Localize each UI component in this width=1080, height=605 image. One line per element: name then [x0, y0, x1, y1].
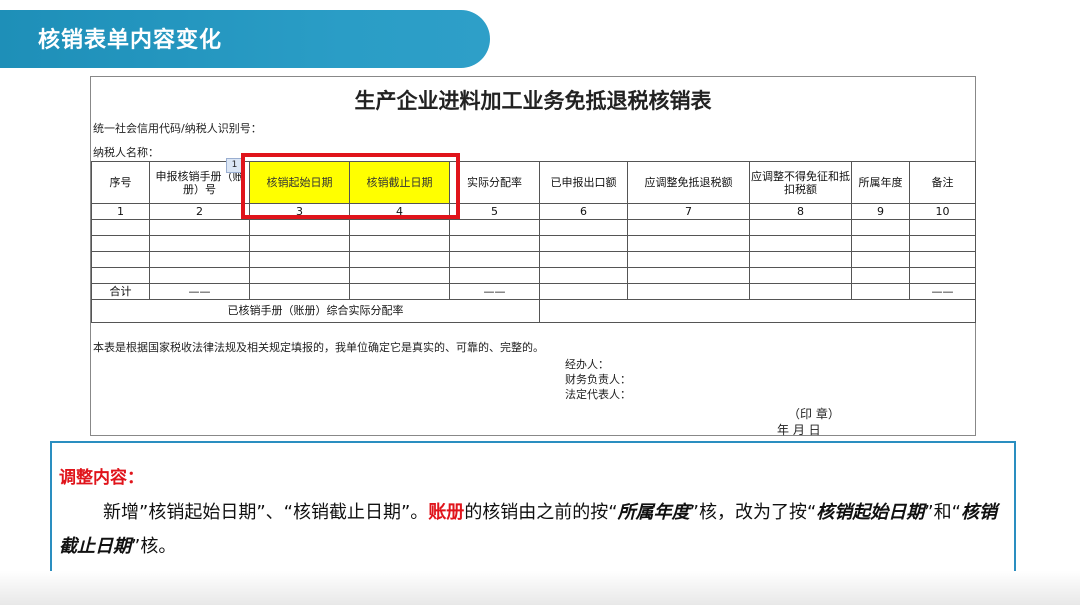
col-export-amount: 已申报出口额 [539, 161, 628, 204]
dash-cell: —— [909, 283, 976, 300]
note-emphasis: 所属年度 [617, 502, 690, 523]
col-allocation-rate: 实际分配率 [449, 161, 540, 204]
page-title: 核销表单内容变化 [38, 28, 223, 53]
dash-cell: —— [449, 283, 540, 300]
signature-handler: 经办人： [565, 358, 609, 371]
note-text: 的核销由之前的按“ [464, 502, 618, 523]
signature-finance: 财务负责人： [565, 373, 631, 386]
footer-shade [0, 571, 1080, 605]
taxpayer-name-label: 纳税人名称： [93, 146, 159, 159]
total-label: 合计 [91, 283, 150, 300]
declaration-text: 本表是根据国家税收法律法规及相关规定填报的，我单位确定它是真实的、可靠的、完整的… [93, 341, 544, 354]
signature-legal-rep: 法定代表人： [565, 388, 631, 401]
verification-table: 序号 申报核销手册（账册）号 核销起始日期 核销截止日期 实际分配率 已申报出口… [91, 161, 976, 323]
note-text: ”核。 [131, 536, 177, 557]
note-emphasis: 核销起始日期 [816, 502, 925, 523]
note-text: 新增”核销起始日期”、“核销截止日期”。 [103, 502, 429, 523]
table-header-row: 序号 申报核销手册（账册）号 核销起始日期 核销截止日期 实际分配率 已申报出口… [91, 161, 976, 204]
note-text: ”和“ [924, 502, 961, 523]
table-row [91, 251, 976, 268]
table-row [91, 235, 976, 252]
col-adjust-refund: 应调整免抵退税额 [627, 161, 750, 204]
note-body: 新增”核销起始日期”、“核销截止日期”。账册的核销由之前的按“所属年度”核，改为… [59, 496, 1009, 564]
seal-label: （印 章） [788, 407, 840, 421]
rate-row: 已核销手册（账册）综合实际分配率 [91, 299, 976, 323]
form-title: 生产企业进料加工业务免抵退税核销表 [354, 89, 712, 113]
col-number: 7 [627, 203, 750, 220]
col-number: 1 [91, 203, 150, 220]
col-number: 8 [749, 203, 852, 220]
note-heading: 调整内容： [59, 468, 144, 488]
highlight-frame [241, 153, 460, 219]
col-adjust-nondeductible: 应调整不得免征和抵扣税额 [749, 161, 852, 204]
dash-cell: —— [149, 283, 250, 300]
col-number: 6 [539, 203, 628, 220]
col-year: 所属年度 [851, 161, 910, 204]
note-text: ”核，改为了按“ [689, 502, 817, 523]
date-label: 年 月 日 [777, 423, 821, 437]
note-emphasis: 账册 [428, 502, 465, 523]
col-number: 2 [149, 203, 250, 220]
rate-row-label: 已核销手册（账册）综合实际分配率 [91, 299, 540, 323]
col-number: 9 [851, 203, 910, 220]
col-number: 5 [449, 203, 540, 220]
table-row [91, 267, 976, 284]
tax-id-label: 统一社会信用代码/纳税人识别号： [93, 122, 262, 135]
col-remark: 备注 [909, 161, 976, 204]
col-number: 10 [909, 203, 976, 220]
verification-form-image: 生产企业进料加工业务免抵退税核销表 统一社会信用代码/纳税人识别号： 纳税人名称… [90, 76, 976, 437]
total-row: 合计 —— —— —— [91, 283, 976, 300]
column-number-row: 1 2 3 4 5 6 7 8 9 10 [91, 203, 976, 220]
adjustment-note: 调整内容： 新增”核销起始日期”、“核销截止日期”。账册的核销由之前的按“所属年… [50, 441, 1016, 575]
table-row [91, 219, 976, 236]
col-seq: 序号 [91, 161, 150, 204]
